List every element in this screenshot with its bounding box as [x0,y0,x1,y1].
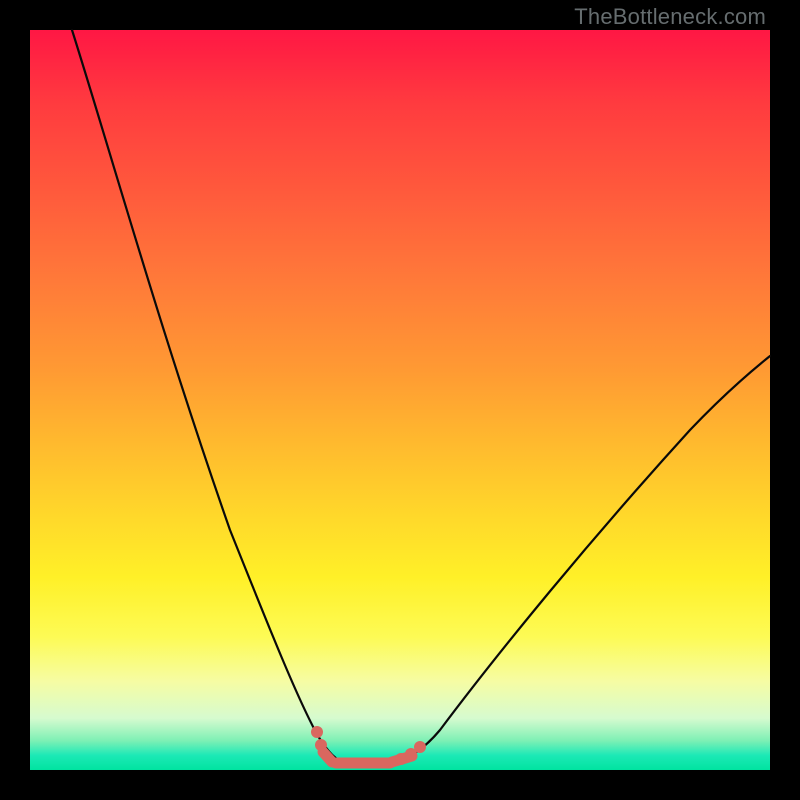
marker-dot [414,741,426,753]
bottleneck-curve [72,30,770,764]
marker-segment [323,752,332,762]
optimal-range-markers [311,726,426,765]
chart-frame: TheBottleneck.com [0,0,800,800]
marker-dot [311,726,323,738]
plot-area [30,30,770,770]
watermark-text: TheBottleneck.com [574,4,766,30]
curve-svg [30,30,770,770]
